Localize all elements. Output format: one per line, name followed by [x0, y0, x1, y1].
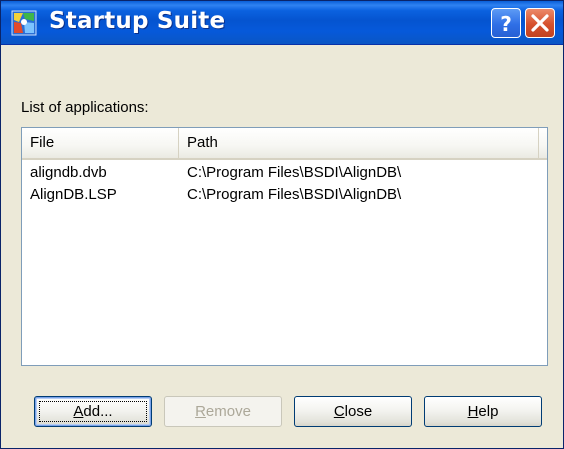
list-item[interactable]: AlignDB.LSP C:\Program Files\BSDI\AlignD…	[22, 184, 547, 206]
list-item-path: C:\Program Files\BSDI\AlignDB\	[187, 186, 402, 203]
startup-suite-app-icon	[11, 10, 37, 36]
add-button[interactable]: Add...	[34, 396, 152, 427]
list-item[interactable]: aligndb.dvb C:\Program Files\BSDI\AlignD…	[22, 162, 547, 184]
column-header-path[interactable]: Path	[179, 128, 539, 158]
list-item-path: C:\Program Files\BSDI\AlignDB\	[187, 164, 402, 181]
close-title-button[interactable]	[525, 8, 555, 38]
list-header: File Path	[22, 128, 547, 160]
window-title: Startup Suite	[49, 8, 226, 34]
svg-text:?: ?	[500, 12, 512, 36]
remove-button[interactable]: Remove	[164, 396, 282, 427]
help-icon: ?	[500, 12, 512, 36]
startup-suite-dialog: Startup Suite ? List of applications: Fi…	[0, 0, 564, 449]
column-header-file[interactable]: File	[22, 128, 179, 158]
dialog-content: List of applications: File Path aligndb.…	[1, 45, 563, 448]
list-item-file: AlignDB.LSP	[30, 186, 117, 203]
applications-list[interactable]: File Path aligndb.dvb C:\Program Files\B…	[21, 127, 548, 366]
list-of-applications-label: List of applications:	[21, 99, 149, 116]
title-bar[interactable]: Startup Suite ?	[1, 1, 563, 45]
close-icon	[531, 14, 549, 32]
help-title-button[interactable]: ?	[491, 8, 521, 38]
close-button[interactable]: Close	[294, 396, 412, 427]
list-item-file: aligndb.dvb	[30, 164, 107, 181]
help-button[interactable]: Help	[424, 396, 542, 427]
list-rows: aligndb.dvb C:\Program Files\BSDI\AlignD…	[22, 162, 547, 206]
